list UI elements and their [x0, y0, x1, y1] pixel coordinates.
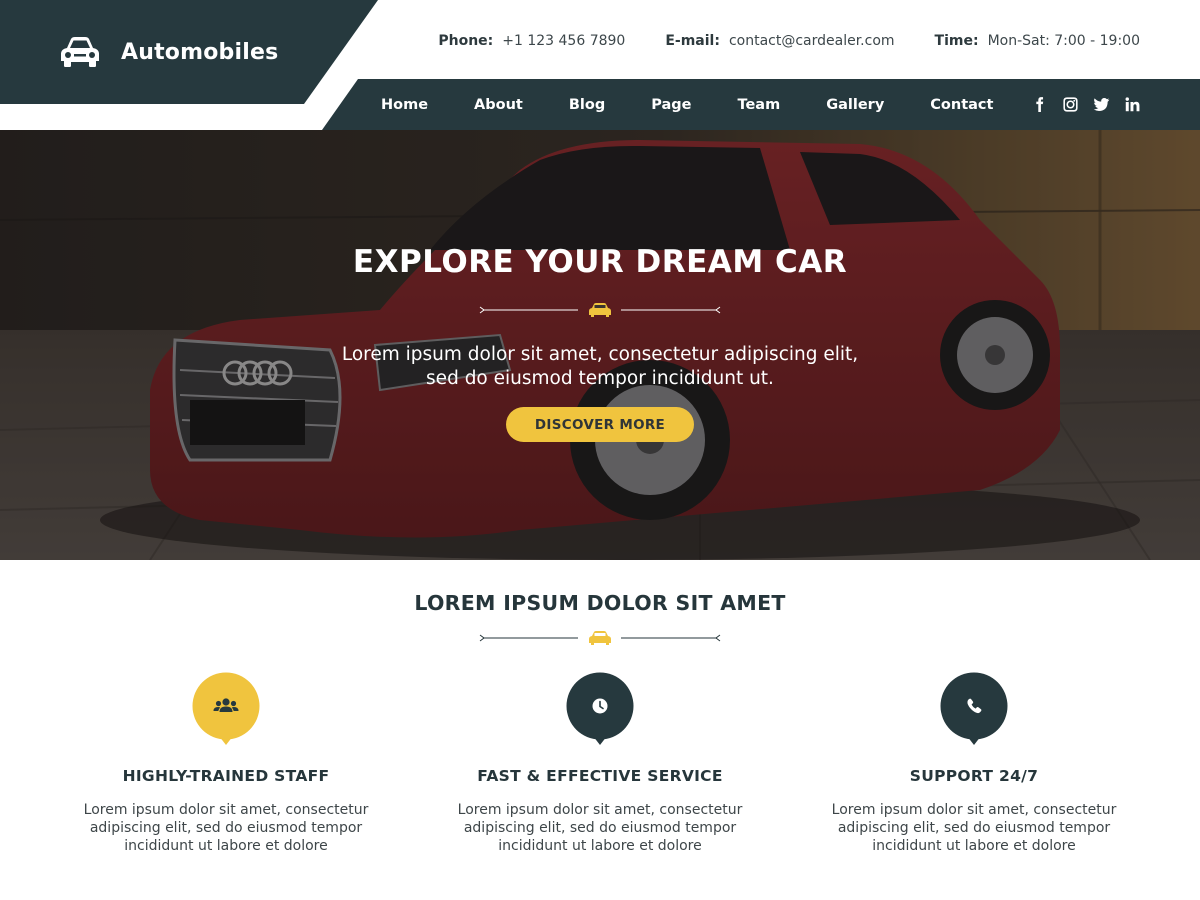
feature-pin	[566, 672, 634, 746]
instagram-icon[interactable]	[1060, 95, 1080, 115]
contact-phone-label: Phone:	[438, 33, 494, 49]
feature-title: HIGHLY-TRAINED STAFF	[122, 767, 330, 785]
contact-phone-value: +1 123 456 7890	[502, 33, 626, 49]
linkedin-icon[interactable]	[1122, 95, 1142, 115]
feature-description-line: adipiscing elit, sed do eiusmod tempor	[89, 820, 363, 836]
car-icon	[589, 303, 611, 317]
social-links	[1018, 79, 1142, 130]
contact-email: E-mail: contact@cardealer.com	[665, 33, 894, 49]
nav-item-contact[interactable]: Contact	[930, 97, 993, 113]
contact-email-label: E-mail:	[665, 33, 720, 49]
hero-divider	[479, 303, 721, 317]
facebook-icon[interactable]	[1029, 95, 1049, 115]
hero-description-line1: Lorem ipsum dolor sit amet, consectetur …	[341, 344, 859, 365]
hero-content: EXPLORE YOUR DREAM CAR Lorem ipsum dolor…	[0, 130, 1200, 560]
feature-description-line: incididunt ut labore et dolore	[124, 838, 328, 854]
nav-item-blog[interactable]: Blog	[569, 97, 605, 113]
brand-block[interactable]: Automobiles	[0, 0, 378, 104]
section-title: LOREM IPSUM DOLOR SIT AMET	[414, 591, 786, 615]
hero-description-line2: sed do eiusmod tempor incididunt ut.	[426, 368, 774, 389]
feature-description-line: Lorem ipsum dolor sit amet, consectetur	[83, 802, 369, 818]
section-divider	[479, 631, 721, 645]
clock-icon	[592, 698, 608, 714]
feature-description-line: incididunt ut labore et dolore	[498, 838, 702, 854]
car-icon	[61, 37, 99, 67]
feature-pin	[940, 672, 1008, 746]
feature-title: FAST & EFFECTIVE SERVICE	[477, 767, 723, 785]
feature-description-line: adipiscing elit, sed do eiusmod tempor	[463, 820, 737, 836]
feature-description-line: incididunt ut labore et dolore	[872, 838, 1076, 854]
feature-title: SUPPORT 24/7	[909, 767, 1039, 785]
contact-time: Time: Mon-Sat: 7:00 - 19:00	[935, 33, 1140, 49]
contact-time-value: Mon-Sat: 7:00 - 19:00	[987, 33, 1140, 49]
discover-more-button[interactable]: DISCOVER MORE	[506, 407, 694, 442]
nav-item-gallery[interactable]: Gallery	[826, 97, 884, 113]
contact-bar: Phone: +1 123 456 7890 E-mail: contact@c…	[438, 30, 1140, 52]
feature-description: Lorem ipsum dolor sit amet, consectetur …	[450, 801, 750, 855]
main-navbar: Home About Blog Page Team Gallery Contac…	[322, 79, 1200, 130]
hero-banner: EXPLORE YOUR DREAM CAR Lorem ipsum dolor…	[0, 130, 1200, 560]
nav-menu: Home About Blog Page Team Gallery Contac…	[381, 79, 1039, 130]
contact-email-value: contact@cardealer.com	[728, 33, 895, 49]
brand-name[interactable]: Automobiles	[121, 40, 278, 65]
feature-description-line: Lorem ipsum dolor sit amet, consectetur	[831, 802, 1117, 818]
nav-item-about[interactable]: About	[474, 97, 523, 113]
nav-item-page[interactable]: Page	[651, 97, 691, 113]
twitter-icon[interactable]	[1091, 95, 1111, 115]
feature-description-line: Lorem ipsum dolor sit amet, consectetur	[457, 802, 743, 818]
feature-description-line: adipiscing elit, sed do eiusmod tempor	[837, 820, 1111, 836]
feature-description: Lorem ipsum dolor sit amet, consectetur …	[76, 801, 376, 855]
hero-title: EXPLORE YOUR DREAM CAR	[352, 244, 848, 280]
feature-pin	[192, 672, 260, 746]
contact-phone: Phone: +1 123 456 7890	[438, 33, 625, 49]
feature-description: Lorem ipsum dolor sit amet, consectetur …	[824, 801, 1124, 855]
nav-item-team[interactable]: Team	[738, 97, 781, 113]
hero-description: Lorem ipsum dolor sit amet, consectetur …	[280, 343, 920, 391]
contact-time-label: Time:	[934, 33, 979, 49]
nav-item-home[interactable]: Home	[381, 97, 428, 113]
car-icon	[589, 631, 611, 645]
